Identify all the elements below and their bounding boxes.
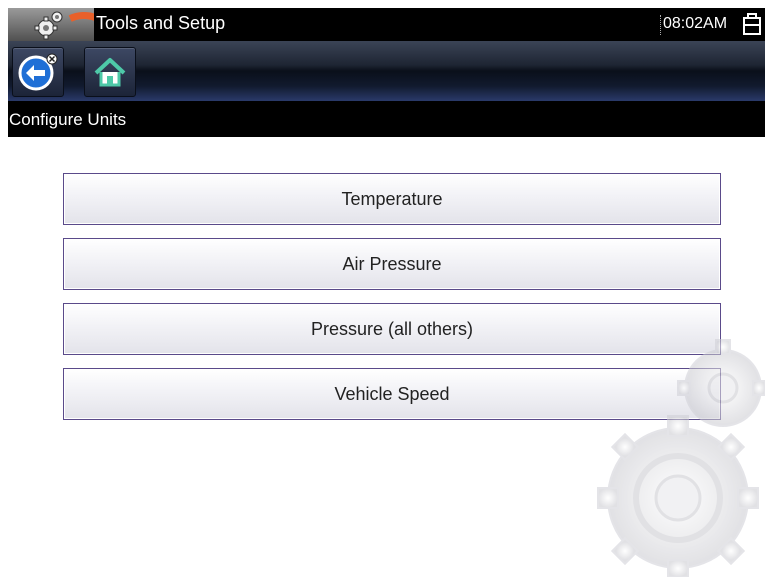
temperature-button[interactable]: Temperature (63, 173, 721, 225)
toolbar (8, 41, 765, 101)
page-header: Configure Units (8, 101, 765, 137)
clock: 08:02AM (660, 15, 727, 35)
air-pressure-button[interactable]: Air Pressure (63, 238, 721, 290)
battery-icon (743, 13, 761, 35)
home-button[interactable] (84, 47, 136, 97)
gears-watermark-icon (597, 339, 765, 577)
back-button[interactable] (12, 47, 64, 97)
window-title: Tools and Setup (96, 13, 226, 33)
tools-gear-icon[interactable] (8, 8, 94, 41)
title-bar: Tools and Setup 08:02AM (8, 8, 765, 41)
page-title: Configure Units (9, 110, 127, 129)
home-icon (94, 58, 126, 87)
app-window: Tools and Setup 08:02AM Configure Units … (8, 8, 765, 577)
back-arrow-icon (18, 53, 58, 91)
